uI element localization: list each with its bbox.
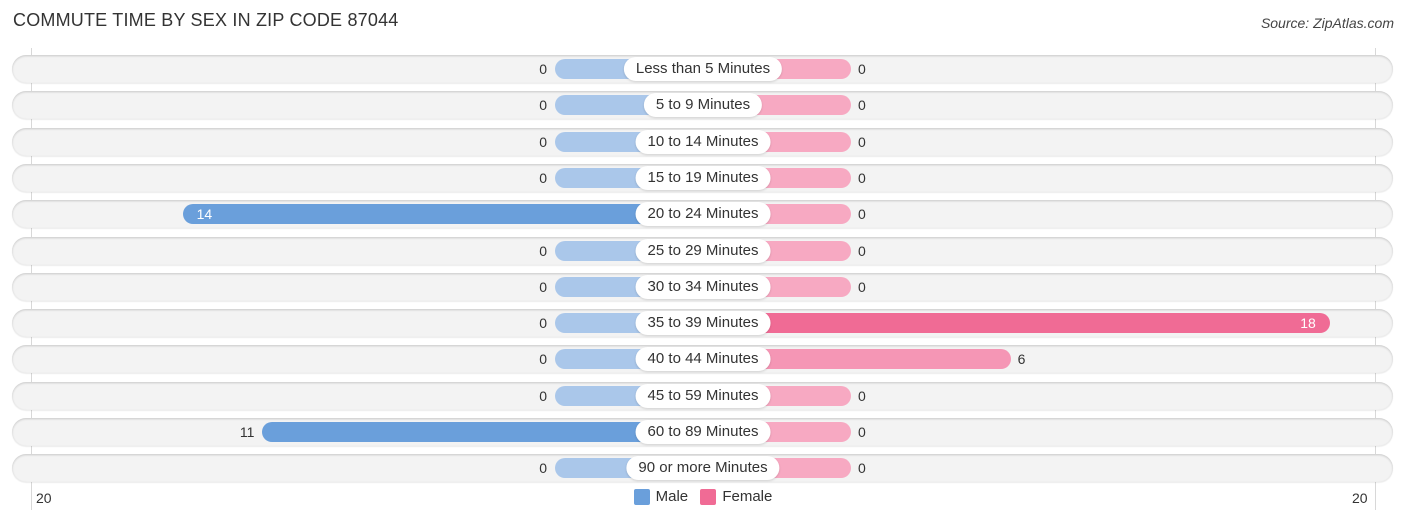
value-label-female: 0	[858, 424, 866, 440]
category-label: 60 to 89 Minutes	[635, 420, 771, 444]
chart-title: COMMUTE TIME BY SEX IN ZIP CODE 87044	[13, 10, 399, 30]
value-label-female: 0	[858, 61, 866, 77]
category-label: 90 or more Minutes	[626, 456, 780, 481]
value-label-male: 0	[539, 242, 547, 259]
value-label-female: 0	[858, 206, 866, 223]
value-label-male: 0	[539, 315, 547, 332]
value-label-female: 0	[858, 133, 866, 150]
category-label: 40 to 44 Minutes	[635, 347, 771, 372]
legend-swatch-female	[700, 488, 717, 505]
value-label-female: 0	[858, 387, 866, 404]
legend-label-male: Male	[655, 488, 689, 505]
value-label-male: 0	[539, 460, 547, 477]
legend: Male Female	[0, 488, 1406, 509]
value-label-male: 11	[239, 424, 255, 440]
category-label: 5 to 9 Minutes	[643, 93, 763, 118]
legend-item-male[interactable]: Male	[633, 488, 689, 505]
category-label: 45 to 59 Minutes	[635, 383, 771, 408]
value-label-female: 0	[858, 242, 866, 259]
category-label: 30 to 34 Minutes	[635, 274, 771, 299]
legend-item-female[interactable]: Female	[700, 488, 772, 505]
legend-label-female: Female	[722, 488, 773, 505]
value-label-male: 0	[539, 169, 547, 186]
value-label-female: 18	[1300, 315, 1316, 332]
value-label-male: 14	[196, 206, 213, 223]
value-label-female: 0	[858, 460, 866, 477]
value-label-female: 0	[858, 169, 866, 186]
value-label-male: 0	[539, 351, 547, 368]
category-label: 15 to 19 Minutes	[635, 165, 771, 190]
category-label: Less than 5 Minutes	[623, 57, 783, 81]
category-label: 25 to 29 Minutes	[635, 238, 771, 263]
value-label-female: 6	[1017, 351, 1026, 368]
category-label: 35 to 39 Minutes	[635, 311, 771, 336]
value-label-male: 0	[539, 278, 547, 295]
value-label-male: 0	[539, 97, 547, 114]
value-label-male: 0	[539, 61, 547, 77]
bar-male[interactable]	[182, 204, 703, 225]
source-label: Source: ZipAtlas.com	[1260, 15, 1394, 31]
category-label: 20 to 24 Minutes	[635, 202, 771, 227]
value-label-female: 0	[858, 97, 866, 114]
category-label: 10 to 14 Minutes	[635, 129, 771, 154]
legend-swatch-male	[633, 488, 650, 505]
value-label-female: 0	[858, 278, 866, 295]
value-label-male: 0	[539, 133, 547, 150]
value-label-male: 0	[539, 387, 547, 404]
bar-female[interactable]	[703, 313, 1330, 334]
